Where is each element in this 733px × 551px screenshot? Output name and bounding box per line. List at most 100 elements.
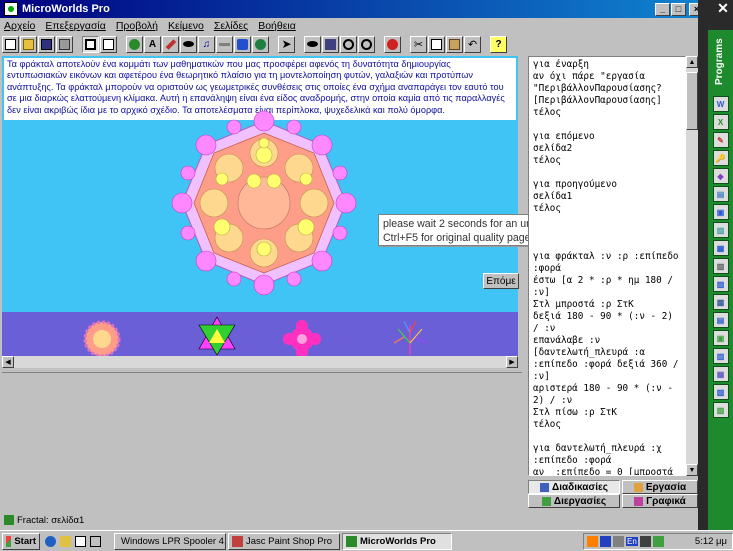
cut-icon[interactable]: ✂	[410, 35, 427, 53]
minimize-button[interactable]: _	[655, 2, 670, 16]
procedure-line: τέλος	[533, 107, 561, 118]
program-shortcut-icon[interactable]: ◆	[712, 168, 729, 184]
procedure-line: Στλ πίσω :ρ ΣτΚ	[533, 407, 617, 418]
eye-icon[interactable]	[180, 35, 197, 53]
program-shortcut-icon[interactable]: ▨	[712, 402, 729, 418]
globe-icon[interactable]	[252, 35, 269, 53]
procedures-tab-icon	[540, 482, 550, 492]
programs-label: Programs	[713, 38, 725, 86]
menu-text[interactable]: Κείμενο	[168, 20, 204, 32]
zoom-out-icon[interactable]	[358, 35, 375, 53]
program-shortcut-icon[interactable]: ▧	[712, 258, 729, 274]
system-tray: En 5:12 μμ	[583, 532, 733, 550]
status-text: Fractal: σελίδα1	[17, 514, 85, 526]
menu-bar: Αρχείο Επεξεργασία Προβολή Κείμενο Σελίδ…	[0, 18, 708, 34]
thumbnail-fractal-1	[83, 320, 121, 358]
microworlds-app-icon[interactable]	[4, 2, 18, 16]
program-shortcut-icon[interactable]: ▥	[712, 222, 729, 238]
maximize-button[interactable]: □	[671, 2, 686, 16]
program-shortcut-icon[interactable]: X	[712, 114, 729, 130]
title-bar: MicroWorlds Pro _ □ ×	[0, 0, 708, 18]
toolbar: A ♫ ➤ ✂ ↶ ?	[0, 34, 708, 54]
program-shortcut-icon[interactable]: ▦	[712, 240, 729, 256]
outlook-icon[interactable]	[90, 535, 101, 547]
program-shortcut-icon[interactable]: ▤	[712, 312, 729, 328]
procedures-vertical-scrollbar[interactable]: ▲ ▼	[686, 56, 698, 476]
program-shortcut-icon[interactable]: ▤	[712, 186, 729, 202]
look-icon[interactable]	[304, 35, 321, 53]
print-icon[interactable]	[56, 35, 73, 53]
ie-icon[interactable]	[45, 535, 56, 547]
page-canvas[interactable]: Τα φράκταλ αποτελούν ένα κομμάτι των μαθ…	[2, 56, 518, 368]
paste-icon[interactable]	[446, 35, 463, 53]
program-shortcut-icon[interactable]: ▣	[712, 204, 729, 220]
task-paint-shop-pro[interactable]: Jasc Paint Shop Pro	[228, 532, 340, 550]
procedure-line: έστω [α 2 * :ρ * ημ 180 /	[533, 275, 673, 286]
procedure-line	[533, 227, 681, 239]
language-indicator[interactable]: En	[626, 536, 638, 546]
tray-icon[interactable]	[652, 535, 664, 547]
procedure-line: :φορά	[533, 263, 561, 274]
tab-graphics[interactable]: Γραφικά	[622, 494, 698, 508]
menu-view[interactable]: Προβολή	[116, 20, 158, 32]
next-page-button[interactable]: Επόμε	[483, 273, 519, 289]
scroll-down-button[interactable]: ▼	[686, 464, 698, 476]
tab-procedures[interactable]: Διαδικασίες	[528, 480, 620, 494]
page-icon[interactable]	[82, 35, 99, 53]
procedures-editor[interactable]: για έναρξη αν όχι πάρε "εργασία "Περιβάλλο…	[528, 56, 686, 476]
taskbar: Start Windows LPR Spooler 4.2a Jasc Pain…	[0, 530, 733, 551]
scroll-thumb[interactable]	[686, 72, 698, 130]
tab-project[interactable]: Εργασία	[622, 480, 698, 494]
music-icon[interactable]: ♫	[198, 35, 215, 53]
save-icon[interactable]	[38, 35, 55, 53]
program-shortcut-icon[interactable]: ▣	[712, 330, 729, 346]
start-button[interactable]: Start	[2, 532, 40, 550]
menu-file[interactable]: Αρχείο	[4, 20, 35, 32]
desktop-icon[interactable]	[75, 535, 86, 547]
text-icon[interactable]: A	[144, 35, 161, 53]
program-shortcut-icon[interactable]: 🔑	[712, 150, 729, 166]
task-microworlds[interactable]: MicroWorlds Pro	[342, 532, 452, 550]
processes-tab-icon	[541, 496, 551, 506]
tab-processes[interactable]: Διεργασίες	[528, 494, 620, 508]
menu-pages[interactable]: Σελίδες	[214, 20, 248, 32]
tray-icon[interactable]	[600, 535, 611, 547]
turtle-icon[interactable]	[126, 35, 143, 53]
folder-icon[interactable]	[60, 535, 71, 547]
sound-icon[interactable]	[234, 35, 251, 53]
stop-icon[interactable]	[384, 35, 401, 53]
side-close-icon[interactable]: ✕	[714, 0, 732, 16]
procedure-line: :επίπεδο :φορά	[533, 455, 612, 466]
tray-icon[interactable]	[587, 535, 598, 547]
scroll-up-button[interactable]: ▲	[686, 56, 698, 68]
clock: 5:12 μμ	[694, 535, 727, 547]
scroll-right-button[interactable]: ▶	[506, 356, 518, 368]
program-shortcut-icon[interactable]: ✎	[712, 132, 729, 148]
program-shortcut-icon[interactable]: ▦	[712, 366, 729, 382]
procedure-line: [δαντελωτή_πλευρά :α	[533, 347, 645, 358]
open-icon[interactable]	[20, 35, 37, 53]
stamp-icon[interactable]	[322, 35, 339, 53]
windows-logo-icon	[6, 535, 12, 547]
zoom-in-icon[interactable]	[340, 35, 357, 53]
menu-edit[interactable]: Επεξεργασία	[45, 20, 106, 32]
menu-help[interactable]: Βοήθεια	[258, 20, 296, 32]
undo-icon[interactable]: ↶	[464, 35, 481, 53]
pointer-icon[interactable]: ➤	[278, 35, 295, 53]
textbox-icon[interactable]	[100, 35, 117, 53]
tray-icon[interactable]	[613, 535, 624, 547]
program-shortcut-icon[interactable]: ▥	[712, 348, 729, 364]
copy-icon[interactable]	[428, 35, 445, 53]
paint-icon[interactable]	[162, 35, 179, 53]
page-horizontal-scrollbar[interactable]: ◀ ▶	[2, 356, 518, 368]
program-shortcut-icon[interactable]: ▧	[712, 384, 729, 400]
program-shortcut-icon[interactable]: W	[712, 96, 729, 112]
program-shortcut-icon[interactable]: ▨	[712, 276, 729, 292]
help-icon[interactable]: ?	[490, 35, 507, 53]
task-lpr-spooler[interactable]: Windows LPR Spooler 4.2a	[114, 532, 226, 550]
program-shortcut-icon[interactable]: ▩	[712, 294, 729, 310]
slider-icon[interactable]	[216, 35, 233, 53]
volume-icon[interactable]	[639, 535, 651, 547]
new-icon[interactable]	[2, 35, 19, 53]
scroll-left-button[interactable]: ◀	[2, 356, 14, 368]
